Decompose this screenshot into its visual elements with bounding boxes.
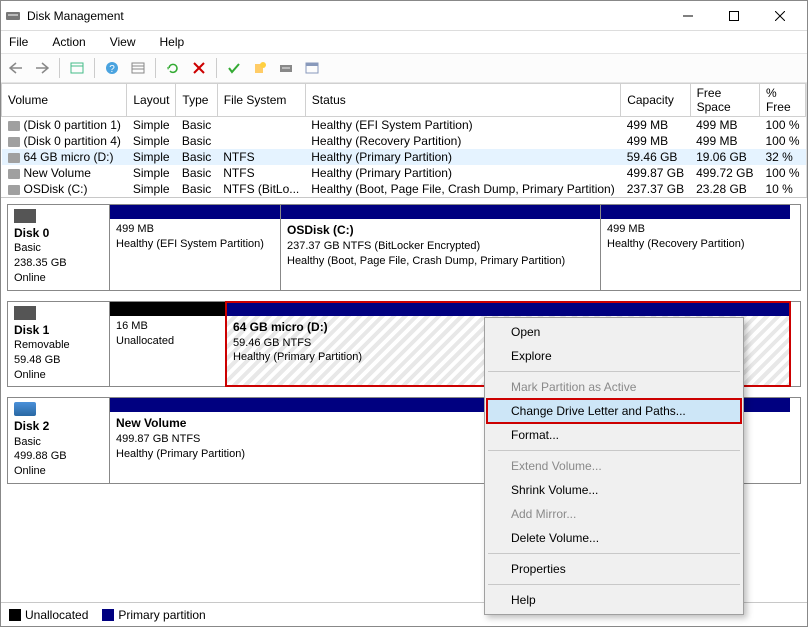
svg-text:?: ? bbox=[109, 64, 115, 75]
menu-item[interactable]: Open bbox=[487, 320, 741, 344]
volume-icon bbox=[8, 169, 20, 179]
menu-item: Add Mirror... bbox=[487, 502, 741, 526]
volume-row[interactable]: OSDisk (C:)SimpleBasicNTFS (BitLo...Heal… bbox=[2, 181, 806, 197]
partition[interactable]: OSDisk (C:)237.37 GB NTFS (BitLocker Enc… bbox=[280, 205, 600, 290]
menu-view[interactable]: View bbox=[106, 33, 140, 51]
disk-info[interactable]: Disk 0Basic238.35 GBOnline bbox=[8, 205, 110, 290]
menu-separator bbox=[488, 553, 740, 554]
menu-item[interactable]: Explore bbox=[487, 344, 741, 368]
column-header[interactable]: Volume bbox=[2, 84, 127, 117]
menu-item[interactable]: Help bbox=[487, 588, 741, 612]
column-header[interactable]: % Free bbox=[759, 84, 805, 117]
disk-icon[interactable] bbox=[275, 57, 297, 79]
menu-item[interactable]: Change Drive Letter and Paths... bbox=[487, 399, 741, 423]
vertical-scrollbar[interactable] bbox=[806, 83, 807, 197]
menubar: File Action View Help bbox=[1, 31, 807, 53]
app-icon bbox=[5, 8, 21, 24]
refresh-icon[interactable] bbox=[162, 57, 184, 79]
column-header[interactable]: Capacity bbox=[621, 84, 690, 117]
column-header[interactable]: File System bbox=[217, 84, 305, 117]
partition-stripe bbox=[110, 302, 226, 316]
menu-item[interactable]: Delete Volume... bbox=[487, 526, 741, 550]
help-icon[interactable]: ? bbox=[101, 57, 123, 79]
delete-icon[interactable] bbox=[188, 57, 210, 79]
volume-list: VolumeLayoutTypeFile SystemStatusCapacit… bbox=[1, 83, 807, 198]
toolbar: ? bbox=[1, 53, 807, 83]
disk-hardware-icon bbox=[14, 402, 36, 416]
disk-row: Disk 0Basic238.35 GBOnline499 MBHealthy … bbox=[7, 204, 801, 291]
column-header[interactable]: Free Space bbox=[690, 84, 759, 117]
volume-row[interactable]: (Disk 0 partition 4)SimpleBasicHealthy (… bbox=[2, 133, 806, 149]
menu-item[interactable]: Shrink Volume... bbox=[487, 478, 741, 502]
partition-stripe bbox=[227, 302, 790, 316]
list-icon[interactable] bbox=[127, 57, 149, 79]
menu-item: Mark Partition as Active bbox=[487, 375, 741, 399]
disk-management-window: Disk Management File Action View Help ? bbox=[0, 0, 808, 627]
maximize-button[interactable] bbox=[711, 2, 757, 30]
partition[interactable]: 499 MBHealthy (EFI System Partition) bbox=[110, 205, 280, 290]
legend-unallocated: Unallocated bbox=[25, 608, 88, 622]
legend-swatch-primary bbox=[102, 609, 114, 621]
disk-hardware-icon bbox=[14, 209, 36, 223]
partition-stripe bbox=[281, 205, 600, 219]
close-button[interactable] bbox=[757, 2, 803, 30]
legend-swatch-unallocated bbox=[9, 609, 21, 621]
volume-row[interactable]: (Disk 0 partition 1)SimpleBasicHealthy (… bbox=[2, 117, 806, 134]
check-icon[interactable] bbox=[223, 57, 245, 79]
back-icon[interactable] bbox=[5, 57, 27, 79]
show-hide-icon[interactable] bbox=[66, 57, 88, 79]
disk-hardware-icon bbox=[14, 306, 36, 320]
menu-file[interactable]: File bbox=[5, 33, 32, 51]
partition-stripe bbox=[110, 205, 280, 219]
partition-stripe bbox=[601, 205, 790, 219]
menu-item[interactable]: Properties bbox=[487, 557, 741, 581]
volume-icon bbox=[8, 121, 20, 131]
menu-separator bbox=[488, 584, 740, 585]
window-title: Disk Management bbox=[27, 9, 665, 23]
new-icon[interactable] bbox=[249, 57, 271, 79]
titlebar: Disk Management bbox=[1, 1, 807, 31]
menu-item[interactable]: Format... bbox=[487, 423, 741, 447]
forward-icon[interactable] bbox=[31, 57, 53, 79]
volume-row[interactable]: New VolumeSimpleBasicNTFSHealthy (Primar… bbox=[2, 165, 806, 181]
context-menu: OpenExplore Mark Partition as ActiveChang… bbox=[484, 317, 744, 615]
disk-info[interactable]: Disk 2Basic499.88 GBOnline bbox=[8, 398, 110, 483]
menu-action[interactable]: Action bbox=[48, 33, 89, 51]
column-header[interactable]: Type bbox=[176, 84, 217, 117]
minimize-button[interactable] bbox=[665, 2, 711, 30]
partition[interactable]: 499 MBHealthy (Recovery Partition) bbox=[600, 205, 790, 290]
volume-icon bbox=[8, 153, 20, 163]
disk-info[interactable]: Disk 1Removable59.48 GBOnline bbox=[8, 302, 110, 387]
menu-help[interactable]: Help bbox=[156, 33, 189, 51]
legend-primary: Primary partition bbox=[118, 608, 205, 622]
volume-row[interactable]: 64 GB micro (D:)SimpleBasicNTFSHealthy (… bbox=[2, 149, 806, 165]
menu-separator bbox=[488, 371, 740, 372]
partition[interactable]: 16 MBUnallocated bbox=[110, 302, 226, 387]
column-header[interactable]: Layout bbox=[127, 84, 176, 117]
column-header[interactable]: Status bbox=[305, 84, 620, 117]
volume-icon bbox=[8, 137, 20, 147]
properties-icon[interactable] bbox=[301, 57, 323, 79]
menu-separator bbox=[488, 450, 740, 451]
volume-icon bbox=[8, 185, 20, 195]
menu-item: Extend Volume... bbox=[487, 454, 741, 478]
